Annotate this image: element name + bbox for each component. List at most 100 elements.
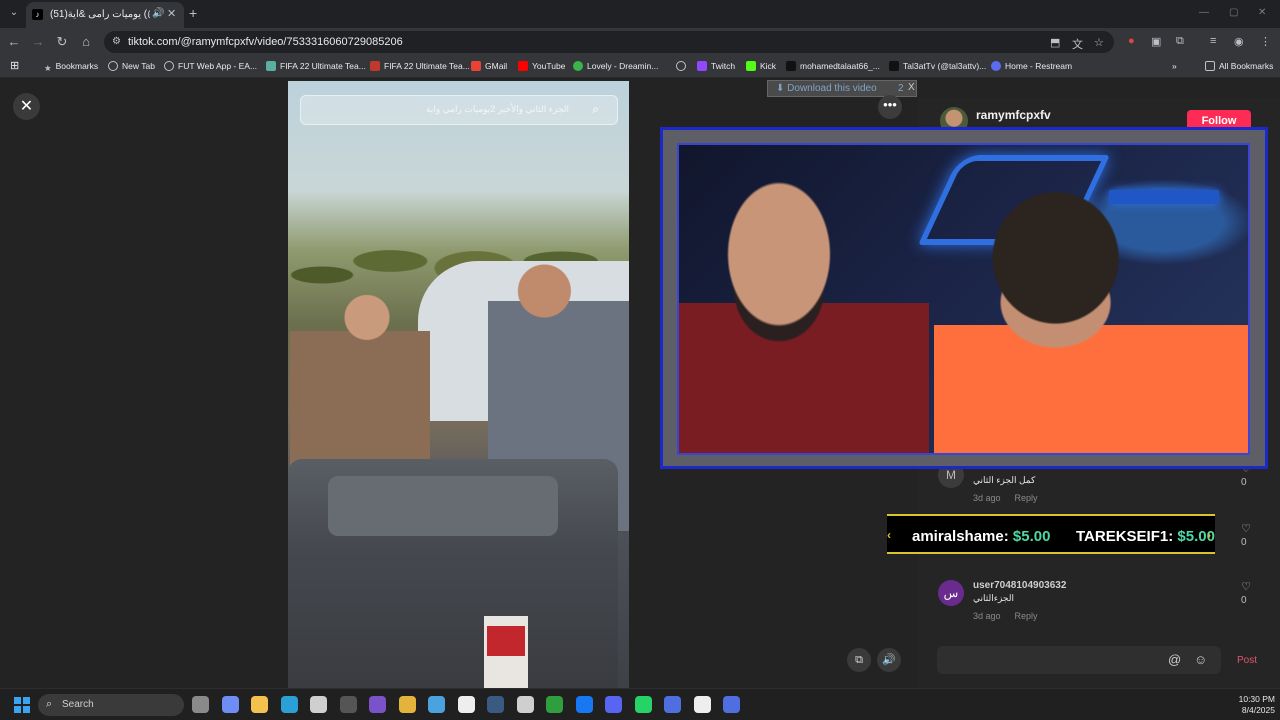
restream-icon (991, 61, 1001, 71)
comment-input[interactable]: @ ☺ (937, 646, 1221, 674)
browser-menu-icon[interactable]: ⋮ (1260, 35, 1271, 48)
bookmark-star-icon[interactable]: ☆ (1094, 36, 1104, 49)
edge-icon[interactable] (280, 696, 298, 713)
app-icon[interactable] (369, 696, 386, 713)
windows-start-icon[interactable] (14, 697, 30, 713)
streamer-left (679, 173, 929, 453)
mention-icon[interactable]: @ (1168, 652, 1181, 667)
bookmark-item[interactable]: FUT Web App - EA... (164, 61, 257, 71)
bookmark-item[interactable]: mohamedtalaat66_... (786, 61, 880, 71)
close-tab-icon[interactable]: ✕ (167, 7, 176, 20)
video-search-bar[interactable]: الجزء الثاني والأخير 2يوميات رامي واية ⌕ (300, 95, 618, 125)
twitch-icon (697, 61, 707, 71)
app-icon[interactable] (723, 696, 740, 713)
more-options-icon[interactable]: ••• (878, 95, 902, 119)
discord-icon[interactable] (605, 696, 622, 713)
system-clock[interactable]: 10:30 PM 8/4/2025 (1225, 694, 1275, 716)
search-icon[interactable]: ⌕ (592, 102, 599, 117)
ea-icon (370, 61, 380, 71)
translate-icon[interactable]: 文 (1072, 36, 1083, 52)
all-bookmarks-folder[interactable]: All Bookmarks (1205, 61, 1273, 71)
video-player[interactable]: الجزء الثاني والأخير 2يوميات رامي واية ⌕ (288, 81, 629, 688)
app-icon[interactable] (516, 696, 534, 713)
steam-icon[interactable] (487, 696, 504, 713)
author-name[interactable]: ramymfcpxfv (976, 108, 1051, 122)
extension-icon[interactable]: ▣ (1151, 35, 1161, 48)
post-button[interactable]: Post (1237, 655, 1257, 666)
extensions-puzzle-icon[interactable]: ⧉ (1176, 35, 1184, 48)
whatsapp-icon[interactable] (634, 696, 652, 713)
site-info-icon[interactable]: ⚙ (112, 36, 124, 48)
bookmark-item[interactable]: Lovely - Dreamin... (573, 61, 658, 71)
like-count: 0 (1241, 537, 1247, 548)
bookmark-item[interactable]: New Tab (108, 61, 155, 71)
heart-icon[interactable]: ♡ (1240, 580, 1252, 593)
globe-icon (676, 61, 686, 71)
bookmark-item[interactable]: ★ Bookmarks (44, 61, 98, 73)
folder-icon (1205, 61, 1215, 71)
tab-search-chevron-icon[interactable]: ⌄ (6, 5, 22, 21)
xbox-icon[interactable] (546, 696, 563, 713)
url-text[interactable]: tiktok.com/@ramymfcpxfv/video/7533316060… (128, 36, 403, 48)
windows-taskbar: ⌕ Search 10:30 PM 8/4/2025 (0, 688, 1280, 720)
bookmarks-overflow-icon[interactable]: » (1172, 61, 1177, 71)
avatar[interactable]: س (938, 580, 964, 606)
comment-username[interactable]: user7048104903632 (973, 580, 1066, 591)
reload-icon[interactable]: ↻ (54, 34, 70, 50)
bookmark-item[interactable]: Home - Restream (991, 61, 1072, 71)
bookmark-item[interactable]: GMail (471, 61, 507, 71)
copilot-icon[interactable] (221, 696, 239, 713)
download-close[interactable]: X (908, 82, 915, 93)
browser-tab[interactable]: ♪ (51)يوميات رامى &اية (@rfv 🔊 ✕ (26, 2, 184, 28)
app-icon[interactable] (339, 696, 357, 713)
kick-icon (746, 61, 756, 71)
minimize-icon[interactable]: — (1199, 7, 1209, 18)
task-view-icon[interactable] (192, 696, 209, 713)
facebook-icon[interactable] (575, 696, 593, 713)
apps-grid-icon[interactable]: ⊞ (10, 59, 19, 72)
video-search-text: الجزء الثاني والأخير 2يوميات رامي واية (426, 104, 569, 114)
download-video-button[interactable]: ⬇ Download this video 2 X (767, 80, 917, 97)
picture-in-picture-icon[interactable]: ⧉ (847, 648, 871, 672)
emoji-icon[interactable]: ☺ (1194, 652, 1207, 667)
profile-avatar-icon[interactable]: ◉ (1234, 35, 1244, 48)
bookmark-item[interactable]: YouTube (518, 61, 565, 71)
bookmark-item[interactable]: FIFA 22 Ultimate Tea... (370, 61, 470, 71)
bookmark-item[interactable]: FIFA 22 Ultimate Tea... (266, 61, 366, 71)
audio-playing-icon[interactable]: 🔊 (152, 8, 164, 19)
chrome-icon[interactable] (398, 696, 416, 713)
back-icon[interactable]: ← (6, 34, 22, 50)
bin-label-band (487, 626, 525, 656)
taskbar-search[interactable]: ⌕ Search (38, 694, 184, 716)
new-tab-icon[interactable]: + (189, 5, 197, 21)
store-icon[interactable] (310, 696, 327, 713)
bookmark-item[interactable] (676, 61, 690, 71)
forward-icon[interactable]: → (30, 34, 46, 50)
donation-amount: $5.00 (1012, 528, 1051, 545)
bookmark-item[interactable]: Twitch (697, 61, 735, 71)
address-bar[interactable]: ⚙ tiktok.com/@ramymfcpxfv/video/75333160… (104, 31, 1114, 53)
close-window-icon[interactable]: ✕ (1258, 7, 1266, 18)
bookmark-item[interactable]: Tal3atTv (@tal3attv)... (889, 61, 986, 71)
comment-text: الجزءالثاني (973, 593, 1014, 603)
close-video-icon[interactable]: ✕ (13, 93, 40, 120)
home-icon[interactable]: ⌂ (78, 34, 94, 50)
app-icon[interactable] (664, 696, 681, 713)
ticker-left-arrow-icon: ‹ (887, 528, 891, 542)
reply-button[interactable]: Reply (1015, 611, 1038, 621)
app-icon[interactable] (428, 696, 445, 713)
install-icon[interactable]: ⬒ (1050, 36, 1060, 49)
capcut-icon[interactable] (693, 696, 711, 713)
maximize-icon[interactable]: ▢ (1229, 7, 1238, 18)
bookmark-item[interactable]: Kick (746, 61, 776, 71)
extension-icon[interactable]: ● (1128, 35, 1135, 47)
ticker-right-arrow-icon: › (1207, 528, 1211, 542)
media-control-icon[interactable]: ≡ (1210, 35, 1216, 47)
heart-icon[interactable]: ♡ (1240, 522, 1252, 535)
file-explorer-icon[interactable] (251, 696, 268, 713)
reply-button[interactable]: Reply (1015, 493, 1038, 503)
ticker-item: amiralshame: $5.00 (912, 528, 1050, 545)
donor-name: amiralshame: (912, 528, 1009, 545)
volume-icon[interactable]: 🔊 (877, 648, 901, 672)
notion-icon[interactable] (457, 696, 475, 713)
